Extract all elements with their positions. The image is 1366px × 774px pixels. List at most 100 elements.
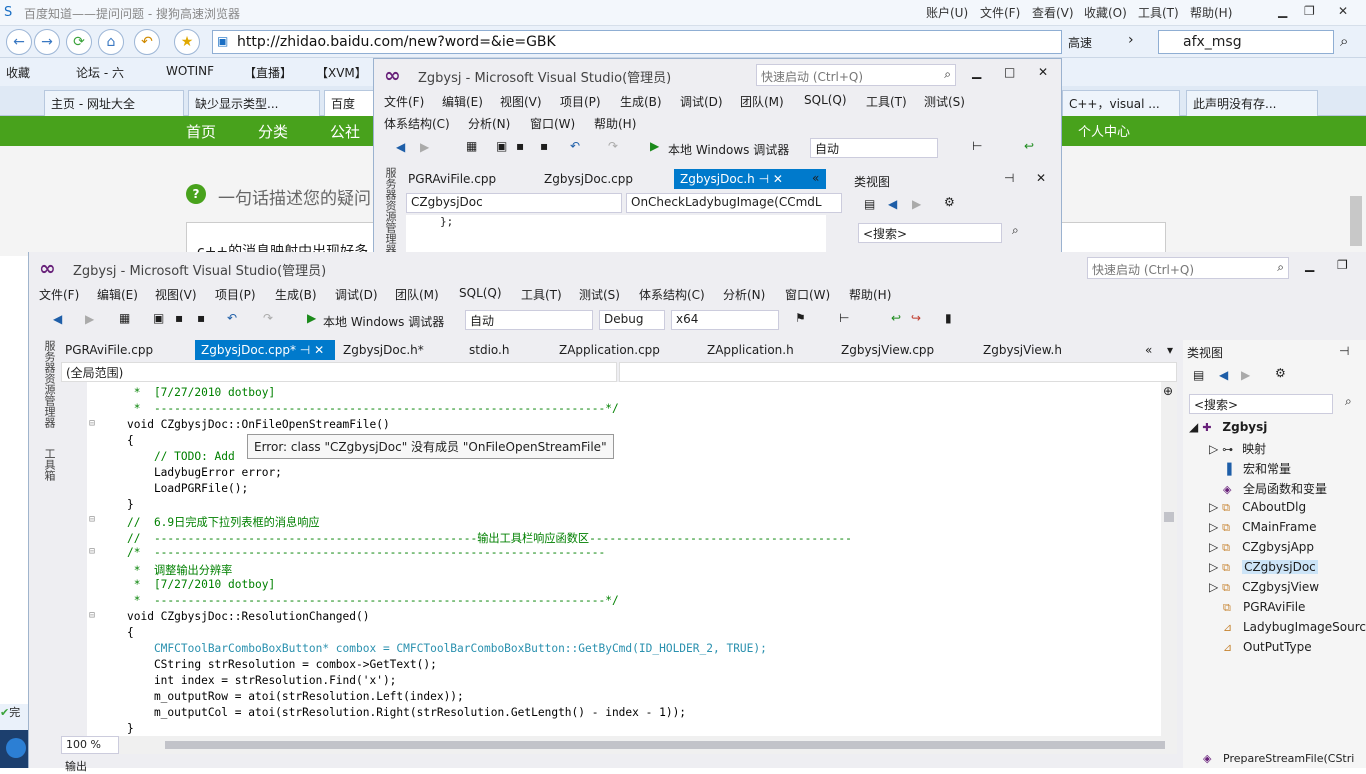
bookmark-clear-icon[interactable]: ↪ <box>911 311 921 325</box>
bookmark-favorites[interactable]: 收藏 <box>6 64 30 81</box>
expand-icon[interactable]: ▷ <box>1209 520 1218 534</box>
tab-zgbysjdoc-h[interactable]: ZgbysjDoc.h ⊣ ✕ <box>674 169 826 189</box>
vs-main-window[interactable]: ∞ Zgbysj - Microsoft Visual Studio(管理员) … <box>28 252 1366 773</box>
collapse-icon[interactable]: ⊟ <box>89 418 107 429</box>
new-folder-icon[interactable]: ▤ <box>1193 368 1204 382</box>
class-combo[interactable]: CZgbysjDoc <box>406 193 622 213</box>
menu-analyze[interactable]: 分析(N) <box>723 286 765 303</box>
nav-forward-icon[interactable]: ▶ <box>1241 368 1250 382</box>
menu-debug[interactable]: 调试(D) <box>680 93 723 110</box>
new-file-icon[interactable]: ▦ <box>119 311 130 325</box>
menu-team[interactable]: 团队(M) <box>740 93 784 110</box>
pin-icon[interactable]: ⊣ <box>759 172 769 186</box>
tree-item[interactable]: ▷ ⧉ CZgbysjView <box>1209 580 1319 595</box>
editor-vscrollbar[interactable]: ⊕ <box>1161 382 1177 736</box>
home-icon[interactable]: ⌂ <box>98 29 124 55</box>
new-folder-icon[interactable]: ▤ <box>864 197 875 211</box>
bookmark-icon[interactable]: ▮ <box>945 311 952 325</box>
nav-back-icon[interactable]: ◀ <box>53 312 62 326</box>
vs-back-editor[interactable]: }; <box>406 215 826 257</box>
member-item[interactable]: ◈ PrepareStreamFile(CStri <box>1203 752 1354 765</box>
side-toolbox[interactable]: 工具箱 <box>37 448 57 488</box>
split-icon[interactable]: ⊕ <box>1163 384 1173 398</box>
output-panel-label[interactable]: 输出 <box>65 758 87 774</box>
menu-build[interactable]: 生成(B) <box>620 93 662 110</box>
tree-item[interactable]: ▷ ⧉ CAboutDlg <box>1209 500 1306 515</box>
tree-item[interactable]: ▷ ⊶ 映射 <box>1209 440 1266 457</box>
tab-zgbysjview-cpp[interactable]: ZgbysjView.cpp <box>835 340 940 360</box>
tab-stdio-h[interactable]: stdio.h <box>463 340 515 360</box>
code-editor[interactable]: * [7/27/2010 dotboy] * -----------------… <box>87 382 1177 736</box>
debugger-label[interactable]: 本地 Windows 调试器 <box>668 141 789 158</box>
nav-home[interactable]: 首页 <box>186 121 216 142</box>
menu-edit[interactable]: 编辑(E) <box>442 93 483 110</box>
open-icon[interactable]: ▣ <box>153 311 164 325</box>
bookmark-icon[interactable]: ↩ <box>1024 139 1034 153</box>
menu-help[interactable]: 帮助(H) <box>1190 4 1232 21</box>
redo-icon[interactable]: ↷ <box>263 311 273 325</box>
menu-window[interactable]: 窗口(W) <box>785 286 830 303</box>
start-debug-icon[interactable]: ▶ <box>307 311 316 325</box>
menu-favorites[interactable]: 收藏(O) <box>1084 4 1127 21</box>
minimize-icon[interactable]: ▁ <box>1305 258 1314 272</box>
pin-icon[interactable]: ⊣ <box>300 343 310 357</box>
search-icon[interactable]: ⌕ <box>1345 394 1352 409</box>
chevron-right-icon[interactable]: › <box>1128 32 1134 48</box>
undo-close-icon[interactable]: ↶ <box>134 29 160 55</box>
menu-tools[interactable]: 工具(T) <box>521 286 562 303</box>
side-server-explorer[interactable]: 服务器资源管理器 <box>37 340 57 440</box>
bookmark-live[interactable]: 【直播】 <box>244 64 292 81</box>
forward-icon[interactable]: → <box>34 29 60 55</box>
nav-category[interactable]: 分类 <box>258 121 288 142</box>
search-icon[interactable]: ⌕ <box>1012 223 1019 238</box>
search-input[interactable]: afx_msg <box>1183 34 1242 50</box>
nav-back-icon[interactable]: ◀ <box>396 140 405 154</box>
menu-view[interactable]: 视图(V) <box>500 93 542 110</box>
search-icon[interactable]: ⌕ <box>944 67 951 82</box>
page-scrollbar[interactable] <box>1350 196 1362 246</box>
bookmark-wotinf[interactable]: WOTINF <box>166 64 214 78</box>
browser-tab-declaration[interactable]: 此声明没有存... <box>1186 90 1318 116</box>
tab-zapplication-cpp[interactable]: ZApplication.cpp <box>553 340 666 360</box>
tab-overflow-icon[interactable]: « <box>1145 343 1152 357</box>
class-view-search[interactable]: <搜索> <box>1189 394 1333 414</box>
nav-back-icon[interactable]: ◀ <box>888 197 897 211</box>
build-select[interactable]: Debug <box>599 310 665 330</box>
restore-icon[interactable]: ❐ <box>1304 4 1315 18</box>
browser-tab-2[interactable]: 缺少显示类型... <box>188 90 320 116</box>
menu-account[interactable]: 账户(U) <box>926 4 968 21</box>
menu-architecture[interactable]: 体系结构(C) <box>384 115 450 132</box>
quick-launch[interactable]: 快速启动 (Ctrl+Q) ⌕ <box>1087 257 1289 279</box>
menu-debug[interactable]: 调试(D) <box>335 286 378 303</box>
close-panel-icon[interactable]: ✕ <box>1036 171 1046 185</box>
tab-pgraviFile-cpp[interactable]: PGRAviFile.cpp <box>402 169 502 189</box>
vs-back-quick-launch[interactable]: 快速启动 (Ctrl+Q) ⌕ <box>756 64 956 86</box>
expand-icon[interactable]: ▷ <box>1209 540 1218 554</box>
nav-forward-icon[interactable]: ▶ <box>420 140 429 154</box>
config-select[interactable]: 自动 <box>810 138 938 158</box>
bookmark-xvm[interactable]: 【XVM】 <box>316 64 367 81</box>
class-view-search[interactable]: <搜索> <box>858 223 1002 243</box>
menu-sql[interactable]: SQL(Q) <box>459 286 502 300</box>
tab-zgbysjdoc-cpp[interactable]: ZgbysjDoc.cpp <box>538 169 639 189</box>
save-all-icon[interactable]: ▪ <box>540 139 548 153</box>
tab-zgbysjview-h[interactable]: ZgbysjView.h <box>977 340 1068 360</box>
nav-forward-icon[interactable]: ▶ <box>85 312 94 326</box>
scroll-thumb[interactable] <box>1164 512 1174 522</box>
menu-view[interactable]: 查看(V) <box>1032 4 1074 21</box>
browser-tab-home[interactable]: 主页 - 网址大全 <box>44 90 184 116</box>
menu-tools[interactable]: 工具(T) <box>866 93 907 110</box>
undo-icon[interactable]: ↶ <box>227 311 237 325</box>
nav-forward-icon[interactable]: ▶ <box>912 197 921 211</box>
expand-icon[interactable]: ▷ <box>1209 560 1218 574</box>
tab-dropdown-icon[interactable]: ▾ <box>1167 343 1173 357</box>
expand-icon[interactable]: ▷ <box>1209 500 1218 514</box>
tree-item[interactable]: ⊿ LadybugImageSource <box>1223 620 1366 634</box>
attach-icon[interactable]: ⚑ <box>795 311 806 325</box>
close-tab-icon[interactable]: ✕ <box>314 343 324 357</box>
bookmark-forum[interactable]: 论坛 - 六 <box>76 64 124 81</box>
side-server-explorer[interactable]: 服务器资源管理器 <box>378 167 398 257</box>
toolbar-icon[interactable]: ⊢ <box>972 139 982 153</box>
start-button-icon[interactable] <box>6 738 26 758</box>
redo-icon[interactable]: ↷ <box>608 139 618 153</box>
